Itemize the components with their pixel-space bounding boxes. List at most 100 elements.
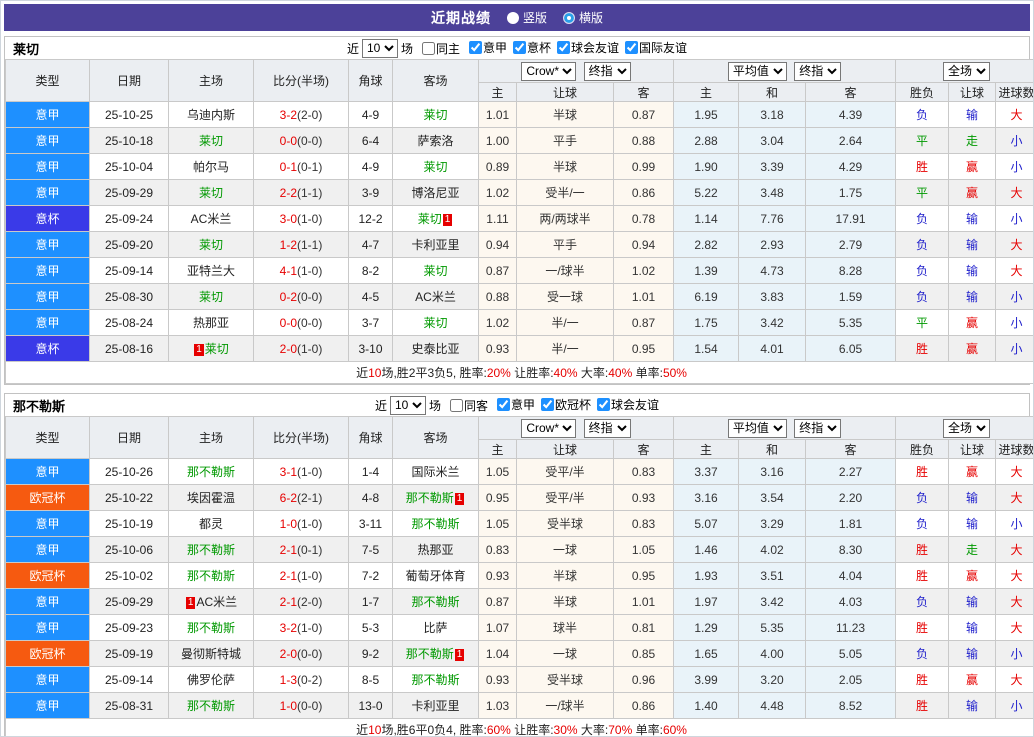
same-venue-filter[interactable]: 同客 bbox=[444, 397, 488, 414]
table-row: 意甲 25-09-29 1 AC米兰 2-1(2-0) 1-7 那不勒斯 0.87 半球 1.01… bbox=[5, 588, 1033, 615]
corner-cell: 3-10 bbox=[348, 335, 393, 362]
radio-selected-icon[interactable] bbox=[563, 11, 575, 24]
away-team-cell: 葡萄牙体育 bbox=[392, 562, 479, 589]
crow-company-select[interactable]: Crow* bbox=[521, 418, 577, 438]
full-match-select[interactable]: 全场 bbox=[943, 418, 991, 438]
average-odds-cell: 1.75 bbox=[805, 179, 897, 206]
result-goals-cell: 小 bbox=[995, 205, 1033, 232]
team-label: 莱切 bbox=[417, 212, 442, 226]
result-handicap-cell: 输 bbox=[948, 231, 997, 258]
league-checkbox[interactable] bbox=[468, 41, 482, 54]
average-odds-cell: 2.88 bbox=[673, 127, 740, 154]
final-odds-select-2[interactable]: 终指 bbox=[794, 61, 842, 81]
date-cell: 25-10-18 bbox=[89, 127, 169, 154]
result-winloss-cell: 平 bbox=[895, 127, 950, 154]
layout-option-horizontal[interactable]: 横版 bbox=[563, 9, 603, 26]
average-odds-cell: 2.20 bbox=[805, 484, 897, 511]
away-team-cell: 那不勒斯 bbox=[392, 588, 479, 615]
summary-segment: 近 bbox=[356, 366, 369, 380]
col-odd-handicap: 让球 bbox=[516, 82, 614, 102]
average-odds-cell: 1.39 bbox=[673, 257, 740, 284]
league-checkbox[interactable] bbox=[541, 398, 555, 411]
league-checkbox[interactable] bbox=[557, 41, 571, 54]
odds-cell: 1.05 bbox=[478, 510, 517, 537]
league-checkbox[interactable] bbox=[497, 398, 510, 411]
same-venue-filter[interactable]: 同主 bbox=[416, 40, 460, 57]
average-odds-cell: 8.28 bbox=[805, 257, 897, 284]
odds-cell: 0.94 bbox=[612, 231, 675, 258]
col-avg-home: 主 bbox=[673, 82, 740, 102]
score-cell: 1-0(1-0) bbox=[253, 510, 349, 537]
halftime-score: (2-0) bbox=[297, 107, 323, 122]
final-odds-select-2[interactable]: 终指 bbox=[794, 418, 842, 438]
col-result-goals: 进球数 bbox=[995, 82, 1033, 102]
league-filter[interactable]: 意杯 bbox=[507, 39, 551, 56]
recent-count-select[interactable]: 10 bbox=[361, 38, 398, 58]
league-filter[interactable]: 意甲 bbox=[463, 39, 507, 56]
same-venue-checkbox[interactable] bbox=[421, 41, 435, 55]
league-checkbox[interactable] bbox=[597, 398, 611, 411]
odds-cell: 两/两球半 bbox=[516, 205, 614, 232]
league-filter[interactable]: 欧冠杯 bbox=[535, 396, 591, 413]
col-date: 日期 bbox=[89, 416, 169, 459]
odds-cell: 球半 bbox=[516, 614, 614, 641]
odds-cell: 0.88 bbox=[612, 127, 675, 154]
team-label: 莱切 bbox=[423, 316, 448, 330]
league-checkbox[interactable] bbox=[513, 41, 526, 54]
league-filter[interactable]: 意甲 bbox=[491, 396, 535, 413]
score-cell: 3-1(1-0) bbox=[253, 458, 349, 485]
odds-cell: 受半/一 bbox=[516, 179, 614, 206]
date-cell: 25-10-25 bbox=[89, 101, 169, 128]
league-filter[interactable]: 球会友谊 bbox=[551, 39, 619, 56]
result-winloss-cell: 胜 bbox=[895, 458, 950, 485]
summary-row: 近10场,胜2平3负5, 胜率:20% 让胜率:40% 大率:40% 单率:50… bbox=[4, 361, 1033, 384]
odds-cell: 一/球半 bbox=[516, 257, 614, 284]
score-cell: 0-0(0-0) bbox=[253, 127, 349, 154]
summary-segment: 场,胜6平0负4, 胜率: bbox=[381, 723, 487, 737]
odds-cell: 一/球半 bbox=[516, 692, 614, 719]
date-cell: 25-08-30 bbox=[89, 283, 169, 310]
same-venue-label: 同客 bbox=[463, 398, 488, 413]
odds-cell: 0.93 bbox=[612, 484, 675, 511]
table-row: 欧冠杯 25-10-02 那不勒斯 2-1(1-0) 7-2 葡萄牙体育 0.93 半球 0.9… bbox=[5, 562, 1033, 589]
result-handicap-cell: 输 bbox=[948, 257, 997, 284]
league-filter[interactable]: 国际友谊 bbox=[619, 39, 687, 56]
away-team-cell: 那不勒斯 bbox=[392, 510, 479, 537]
same-venue-checkbox[interactable] bbox=[449, 398, 463, 412]
average-select[interactable]: 平均值 bbox=[727, 61, 787, 81]
fulltime-score: 3-1 bbox=[279, 464, 297, 479]
result-goals-cell: 小 bbox=[995, 153, 1033, 180]
fulltime-score: 1-3 bbox=[279, 672, 297, 687]
table-row: 意甲 25-09-23 那不勒斯 3-2(1-0) 5-3 比萨 1.07 球半 0.81 1.2… bbox=[5, 614, 1033, 641]
corner-cell: 8-2 bbox=[348, 257, 393, 284]
result-winloss-cell: 胜 bbox=[895, 692, 950, 719]
odds-cell: 0.96 bbox=[612, 666, 675, 693]
result-goals-cell: 小 bbox=[995, 309, 1033, 336]
team-label: 莱切 bbox=[204, 342, 229, 356]
home-team-cell: 亚特兰大 bbox=[168, 257, 254, 284]
league-checkbox[interactable] bbox=[625, 41, 639, 54]
crow-company-select[interactable]: Crow* bbox=[521, 61, 577, 81]
final-odds-select[interactable]: 终指 bbox=[583, 418, 631, 438]
average-odds-cell: 4.39 bbox=[805, 101, 897, 128]
summary-segment: 40% bbox=[553, 366, 578, 380]
home-team-cell: 那不勒斯 bbox=[168, 536, 254, 563]
average-select[interactable]: 平均值 bbox=[727, 418, 787, 438]
team-label: 莱切 bbox=[198, 290, 223, 304]
corner-cell: 1-4 bbox=[348, 458, 393, 485]
layout-option-vertical[interactable]: 竖版 bbox=[506, 9, 547, 26]
full-match-select[interactable]: 全场 bbox=[943, 61, 991, 81]
table-row: 意甲 25-08-30 莱切 0-2(0-0) 4-5 AC米兰 0.88 受一球 1.01 6.… bbox=[5, 283, 1033, 310]
halftime-score: (2-0) bbox=[297, 594, 323, 609]
result-handicap-cell: 赢 bbox=[948, 666, 997, 693]
team-label: 都灵 bbox=[198, 517, 223, 531]
result-goals-cell: 大 bbox=[995, 588, 1033, 615]
radio-icon[interactable] bbox=[506, 11, 519, 24]
recent-count-select[interactable]: 10 bbox=[389, 395, 426, 415]
odds-cell: 0.87 bbox=[612, 101, 675, 128]
league-filter[interactable]: 球会友谊 bbox=[591, 396, 659, 413]
final-odds-select[interactable]: 终指 bbox=[583, 61, 631, 81]
table-row: 意甲 25-10-19 都灵 1-0(1-0) 3-11 那不勒斯 1.05 受半球 0.83 5… bbox=[5, 510, 1033, 537]
fulltime-score: 0-0 bbox=[279, 315, 297, 330]
corner-cell: 4-8 bbox=[348, 484, 393, 511]
